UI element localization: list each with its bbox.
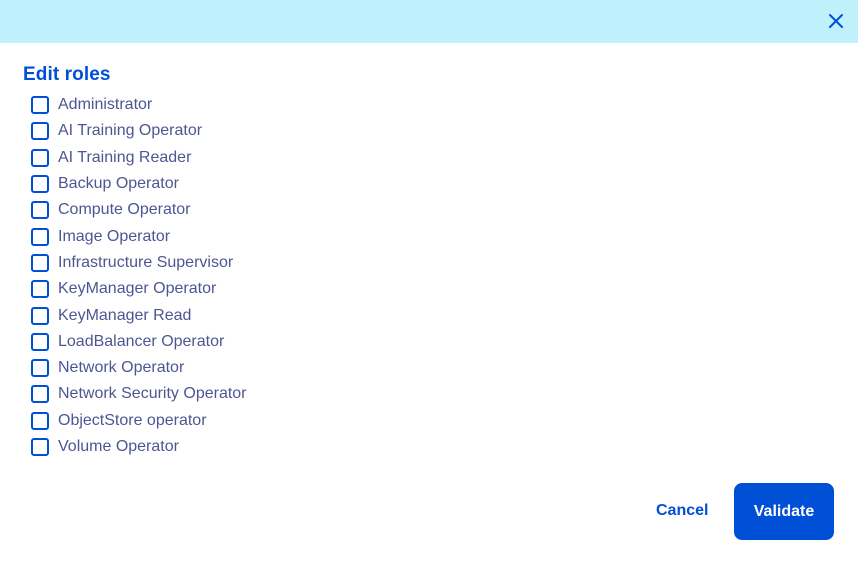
roles-list: Administrator AI Training Operator AI Tr… [31, 92, 247, 460]
role-checkbox[interactable] [31, 148, 49, 167]
role-label: ObjectStore operator [58, 411, 207, 429]
role-item-objectstore-operator[interactable]: ObjectStore operator [31, 408, 247, 434]
role-item-ai-training-operator[interactable]: AI Training Operator [31, 118, 247, 144]
role-item-volume-operator[interactable]: Volume Operator [31, 434, 247, 460]
cancel-button[interactable]: Cancel [644, 494, 720, 528]
role-item-compute-operator[interactable]: Compute Operator [31, 197, 247, 223]
role-checkbox[interactable] [31, 253, 49, 272]
role-checkbox[interactable] [31, 280, 49, 299]
role-checkbox[interactable] [31, 227, 49, 246]
role-checkbox[interactable] [31, 411, 49, 430]
role-item-ai-training-reader[interactable]: AI Training Reader [31, 145, 247, 171]
role-item-network-operator[interactable]: Network Operator [31, 355, 247, 381]
role-item-network-security-operator[interactable]: Network Security Operator [31, 381, 247, 407]
role-checkbox[interactable] [31, 96, 49, 115]
role-label: Network Operator [58, 359, 185, 377]
role-item-backup-operator[interactable]: Backup Operator [31, 171, 247, 197]
role-item-administrator[interactable]: Administrator [31, 92, 247, 118]
role-checkbox[interactable] [31, 175, 49, 194]
role-checkbox[interactable] [31, 385, 49, 404]
role-label: Compute Operator [58, 201, 191, 219]
role-item-infrastructure-supervisor[interactable]: Infrastructure Supervisor [31, 250, 247, 276]
edit-roles-modal: Edit roles Administrator AI Training Ope… [0, 0, 858, 561]
role-label: AI Training Operator [58, 122, 203, 140]
role-checkbox[interactable] [31, 438, 49, 456]
role-checkbox[interactable] [31, 306, 49, 325]
role-item-image-operator[interactable]: Image Operator [31, 223, 247, 249]
close-button[interactable] [824, 9, 848, 33]
role-label: Administrator [58, 96, 153, 114]
role-checkbox[interactable] [31, 122, 49, 141]
role-item-keymanager-read[interactable]: KeyManager Read [31, 302, 247, 328]
role-label: KeyManager Operator [58, 280, 217, 298]
role-checkbox[interactable] [31, 359, 49, 378]
role-label: Backup Operator [58, 175, 179, 193]
role-item-keymanager-operator[interactable]: KeyManager Operator [31, 276, 247, 302]
modal-header [0, 0, 858, 43]
close-icon [829, 14, 843, 28]
role-label: Image Operator [58, 227, 171, 245]
validate-button[interactable]: Validate [734, 483, 834, 540]
role-label: Network Security Operator [58, 385, 247, 403]
role-checkbox[interactable] [31, 201, 49, 220]
role-label: KeyManager Read [58, 306, 192, 324]
role-checkbox[interactable] [31, 332, 49, 351]
role-item-loadbalancer-operator[interactable]: LoadBalancer Operator [31, 329, 247, 355]
role-label: LoadBalancer Operator [58, 332, 225, 350]
role-label: Infrastructure Supervisor [58, 253, 234, 271]
role-label: AI Training Reader [58, 148, 192, 166]
role-label: Volume Operator [58, 438, 179, 455]
modal-title: Edit roles [23, 64, 111, 85]
